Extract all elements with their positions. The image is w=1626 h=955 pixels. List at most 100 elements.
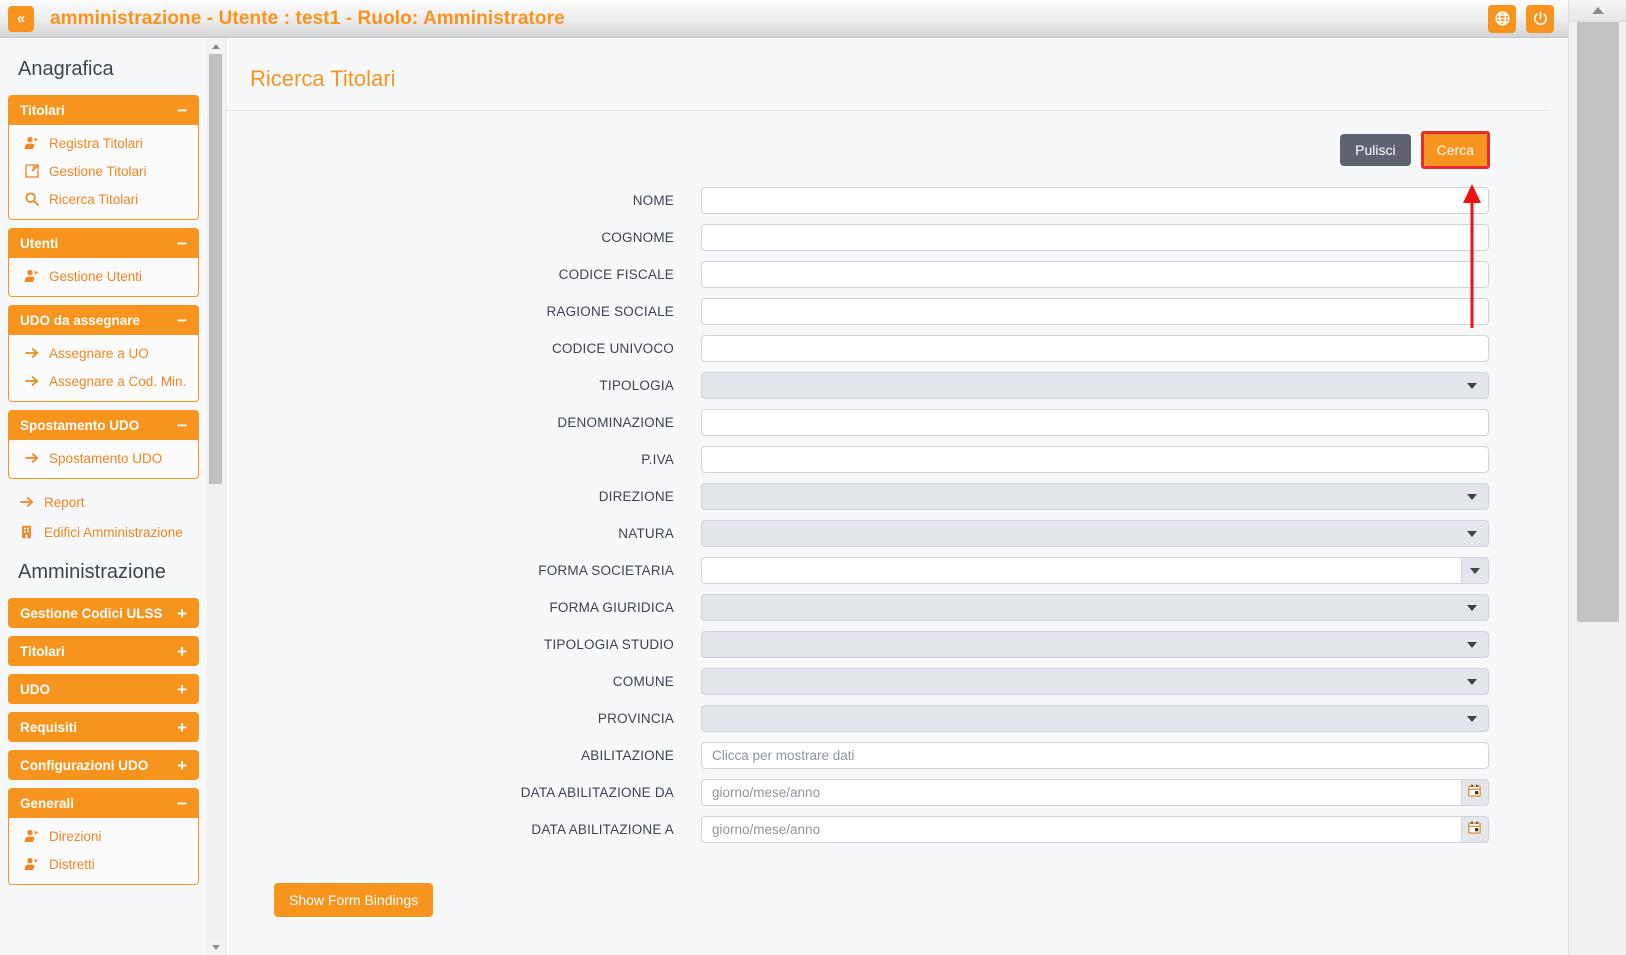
data-abilitazione-da-input[interactable] (701, 779, 1461, 806)
power-icon (1532, 10, 1549, 27)
search-button[interactable]: Cerca (1423, 134, 1487, 166)
sidebar-item-registra-titolari[interactable]: Registra Titolari (9, 129, 198, 157)
sidebar-group-utenti: Utenti − Gestione Utenti (8, 228, 199, 297)
sidebar-item-label: Edifici Amministrazione (44, 524, 183, 540)
arrow-right-icon (23, 345, 40, 361)
sidebar-item-ricerca-titolari[interactable]: Ricerca Titolari (9, 185, 198, 213)
field-label: NOME (632, 193, 674, 208)
forma-societaria-input[interactable] (701, 557, 1461, 584)
sidebar-item-label: Assegnare a Cod. Min. (49, 373, 187, 389)
chevron-down-icon (1467, 530, 1477, 537)
form-row-data-abilitazione-da: DATA ABILITAZIONE DA (226, 779, 1568, 806)
form-row-abilitazione: ABILITAZIONE (226, 742, 1568, 769)
sidebar-scroll-thumb[interactable] (209, 54, 222, 484)
expand-toggle-icon[interactable]: + (177, 605, 187, 622)
sidebar-item-gestione-utenti[interactable]: Gestione Utenti (9, 262, 198, 290)
forma-giuridica-select[interactable] (701, 594, 1489, 621)
sidebar-scrollbar[interactable] (207, 38, 224, 955)
collapse-toggle-icon[interactable]: − (177, 795, 187, 812)
data-abilitazione-a-calendar-button[interactable] (1460, 816, 1489, 843)
piva-input[interactable] (701, 446, 1489, 473)
forma-societaria-dropdown-button[interactable] (1460, 557, 1489, 584)
denominazione-input[interactable] (701, 409, 1489, 436)
collapse-toggle-icon[interactable]: − (177, 312, 187, 329)
codice-fiscale-input[interactable] (701, 261, 1489, 288)
field-control (701, 816, 1489, 843)
collapse-toggle-icon[interactable]: − (177, 102, 187, 119)
data-abilitazione-da-calendar-button[interactable] (1460, 779, 1489, 806)
chevron-down-icon (1469, 567, 1480, 574)
expand-toggle-icon[interactable]: + (177, 643, 187, 660)
sidebar-scroll-up-button[interactable] (207, 38, 224, 54)
sidebar-collapse-button[interactable]: « (8, 5, 34, 32)
sidebar-group-header-gestione-codici-ulss[interactable]: Gestione Codici ULSS + (8, 598, 199, 628)
field-label: DENOMINAZIONE (557, 415, 674, 430)
sidebar-group-header-utenti[interactable]: Utenti − (8, 228, 199, 258)
sidebar-group-header-spostamento-udo[interactable]: Spostamento UDO − (8, 410, 199, 440)
field-label: FORMA GIURIDICA (549, 600, 674, 615)
form-row-data-abilitazione-a: DATA ABILITAZIONE A (226, 816, 1568, 843)
page-scroll-up-button[interactable] (1569, 0, 1626, 22)
calendar-icon (1467, 820, 1482, 840)
sidebar-section-title-amministrazione: Amministrazione (18, 561, 166, 583)
field-control (701, 372, 1489, 399)
expand-toggle-icon[interactable]: + (177, 757, 187, 774)
arrow-right-icon (23, 450, 40, 466)
sidebar-item-direzioni[interactable]: Direzioni (9, 822, 198, 850)
sidebar-group-label: Spostamento UDO (20, 417, 140, 433)
app-header: « amministrazione - Utente : test1 - Ruo… (0, 0, 1568, 38)
chevron-down-icon (1467, 641, 1477, 648)
sidebar-item-edifici-amministrazione[interactable]: Edifici Amministrazione (8, 517, 199, 547)
provincia-select[interactable] (701, 705, 1489, 732)
tipologia-select[interactable] (701, 372, 1489, 399)
field-label: FORMA SOCIETARIA (538, 563, 674, 578)
sidebar-item-spostamento-udo[interactable]: Spostamento UDO (9, 444, 198, 472)
expand-toggle-icon[interactable]: + (177, 681, 187, 698)
collapse-toggle-icon[interactable]: − (177, 235, 187, 252)
sidebar-group-label: Utenti (20, 235, 59, 251)
tipologia-studio-select[interactable] (701, 631, 1489, 658)
arrow-right-icon (23, 373, 40, 389)
sidebar-group-requisiti: Requisiti + (8, 712, 199, 742)
logout-button[interactable] (1526, 4, 1554, 33)
sidebar-group-header-titolari-admin[interactable]: Titolari + (8, 636, 199, 666)
field-label: NATURA (618, 526, 674, 541)
field-label: CODICE UNIVOCO (551, 341, 674, 356)
comune-select[interactable] (701, 668, 1489, 695)
sidebar-item-assegnare-a-cod-min[interactable]: Assegnare a Cod. Min. (9, 367, 198, 395)
language-button[interactable] (1488, 4, 1516, 33)
codice-univoco-input[interactable] (701, 335, 1489, 362)
sidebar-group-header-udo-da-assegnare[interactable]: UDO da assegnare − (8, 305, 199, 335)
form-row-forma-societaria: FORMA SOCIETARIA (226, 557, 1568, 584)
form-row-codice-univoco: CODICE UNIVOCO (226, 335, 1568, 362)
sidebar-group-configurazioni-udo: Configurazioni UDO + (8, 750, 199, 780)
clear-button[interactable]: Pulisci (1340, 134, 1411, 166)
direzione-select[interactable] (701, 483, 1489, 510)
action-button-row: Pulisci Cerca (226, 111, 1568, 169)
sidebar-item-distretti[interactable]: Distretti (9, 850, 198, 878)
sidebar-group-header-generali[interactable]: Generali − (8, 788, 199, 818)
cognome-input[interactable] (701, 224, 1489, 251)
sidebar-group-header-titolari[interactable]: Titolari − (8, 95, 199, 125)
field-label: P.IVA (641, 452, 674, 467)
field-control (701, 742, 1489, 769)
sidebar-group-header-configurazioni-udo[interactable]: Configurazioni UDO + (8, 750, 199, 780)
abilitazione-input[interactable] (701, 742, 1489, 769)
natura-select[interactable] (701, 520, 1489, 547)
sidebar-group-label: Configurazioni UDO (20, 757, 149, 773)
page-scroll-thumb[interactable] (1577, 22, 1619, 622)
sidebar-group-header-udo[interactable]: UDO + (8, 674, 199, 704)
sidebar-item-assegnare-a-uo[interactable]: Assegnare a UO (9, 339, 198, 367)
chevron-down-icon (211, 944, 220, 950)
page-scrollbar[interactable] (1568, 0, 1626, 955)
sidebar-scroll-down-button[interactable] (207, 939, 224, 955)
sidebar-item-gestione-titolari[interactable]: Gestione Titolari (9, 157, 198, 185)
show-form-bindings-button[interactable]: Show Form Bindings (274, 883, 434, 917)
expand-toggle-icon[interactable]: + (177, 719, 187, 736)
nome-input[interactable] (701, 187, 1489, 214)
sidebar-item-report[interactable]: Report (8, 487, 199, 517)
ragione-sociale-input[interactable] (701, 298, 1489, 325)
collapse-toggle-icon[interactable]: − (177, 417, 187, 434)
sidebar-group-header-requisiti[interactable]: Requisiti + (8, 712, 199, 742)
data-abilitazione-a-input[interactable] (701, 816, 1461, 843)
